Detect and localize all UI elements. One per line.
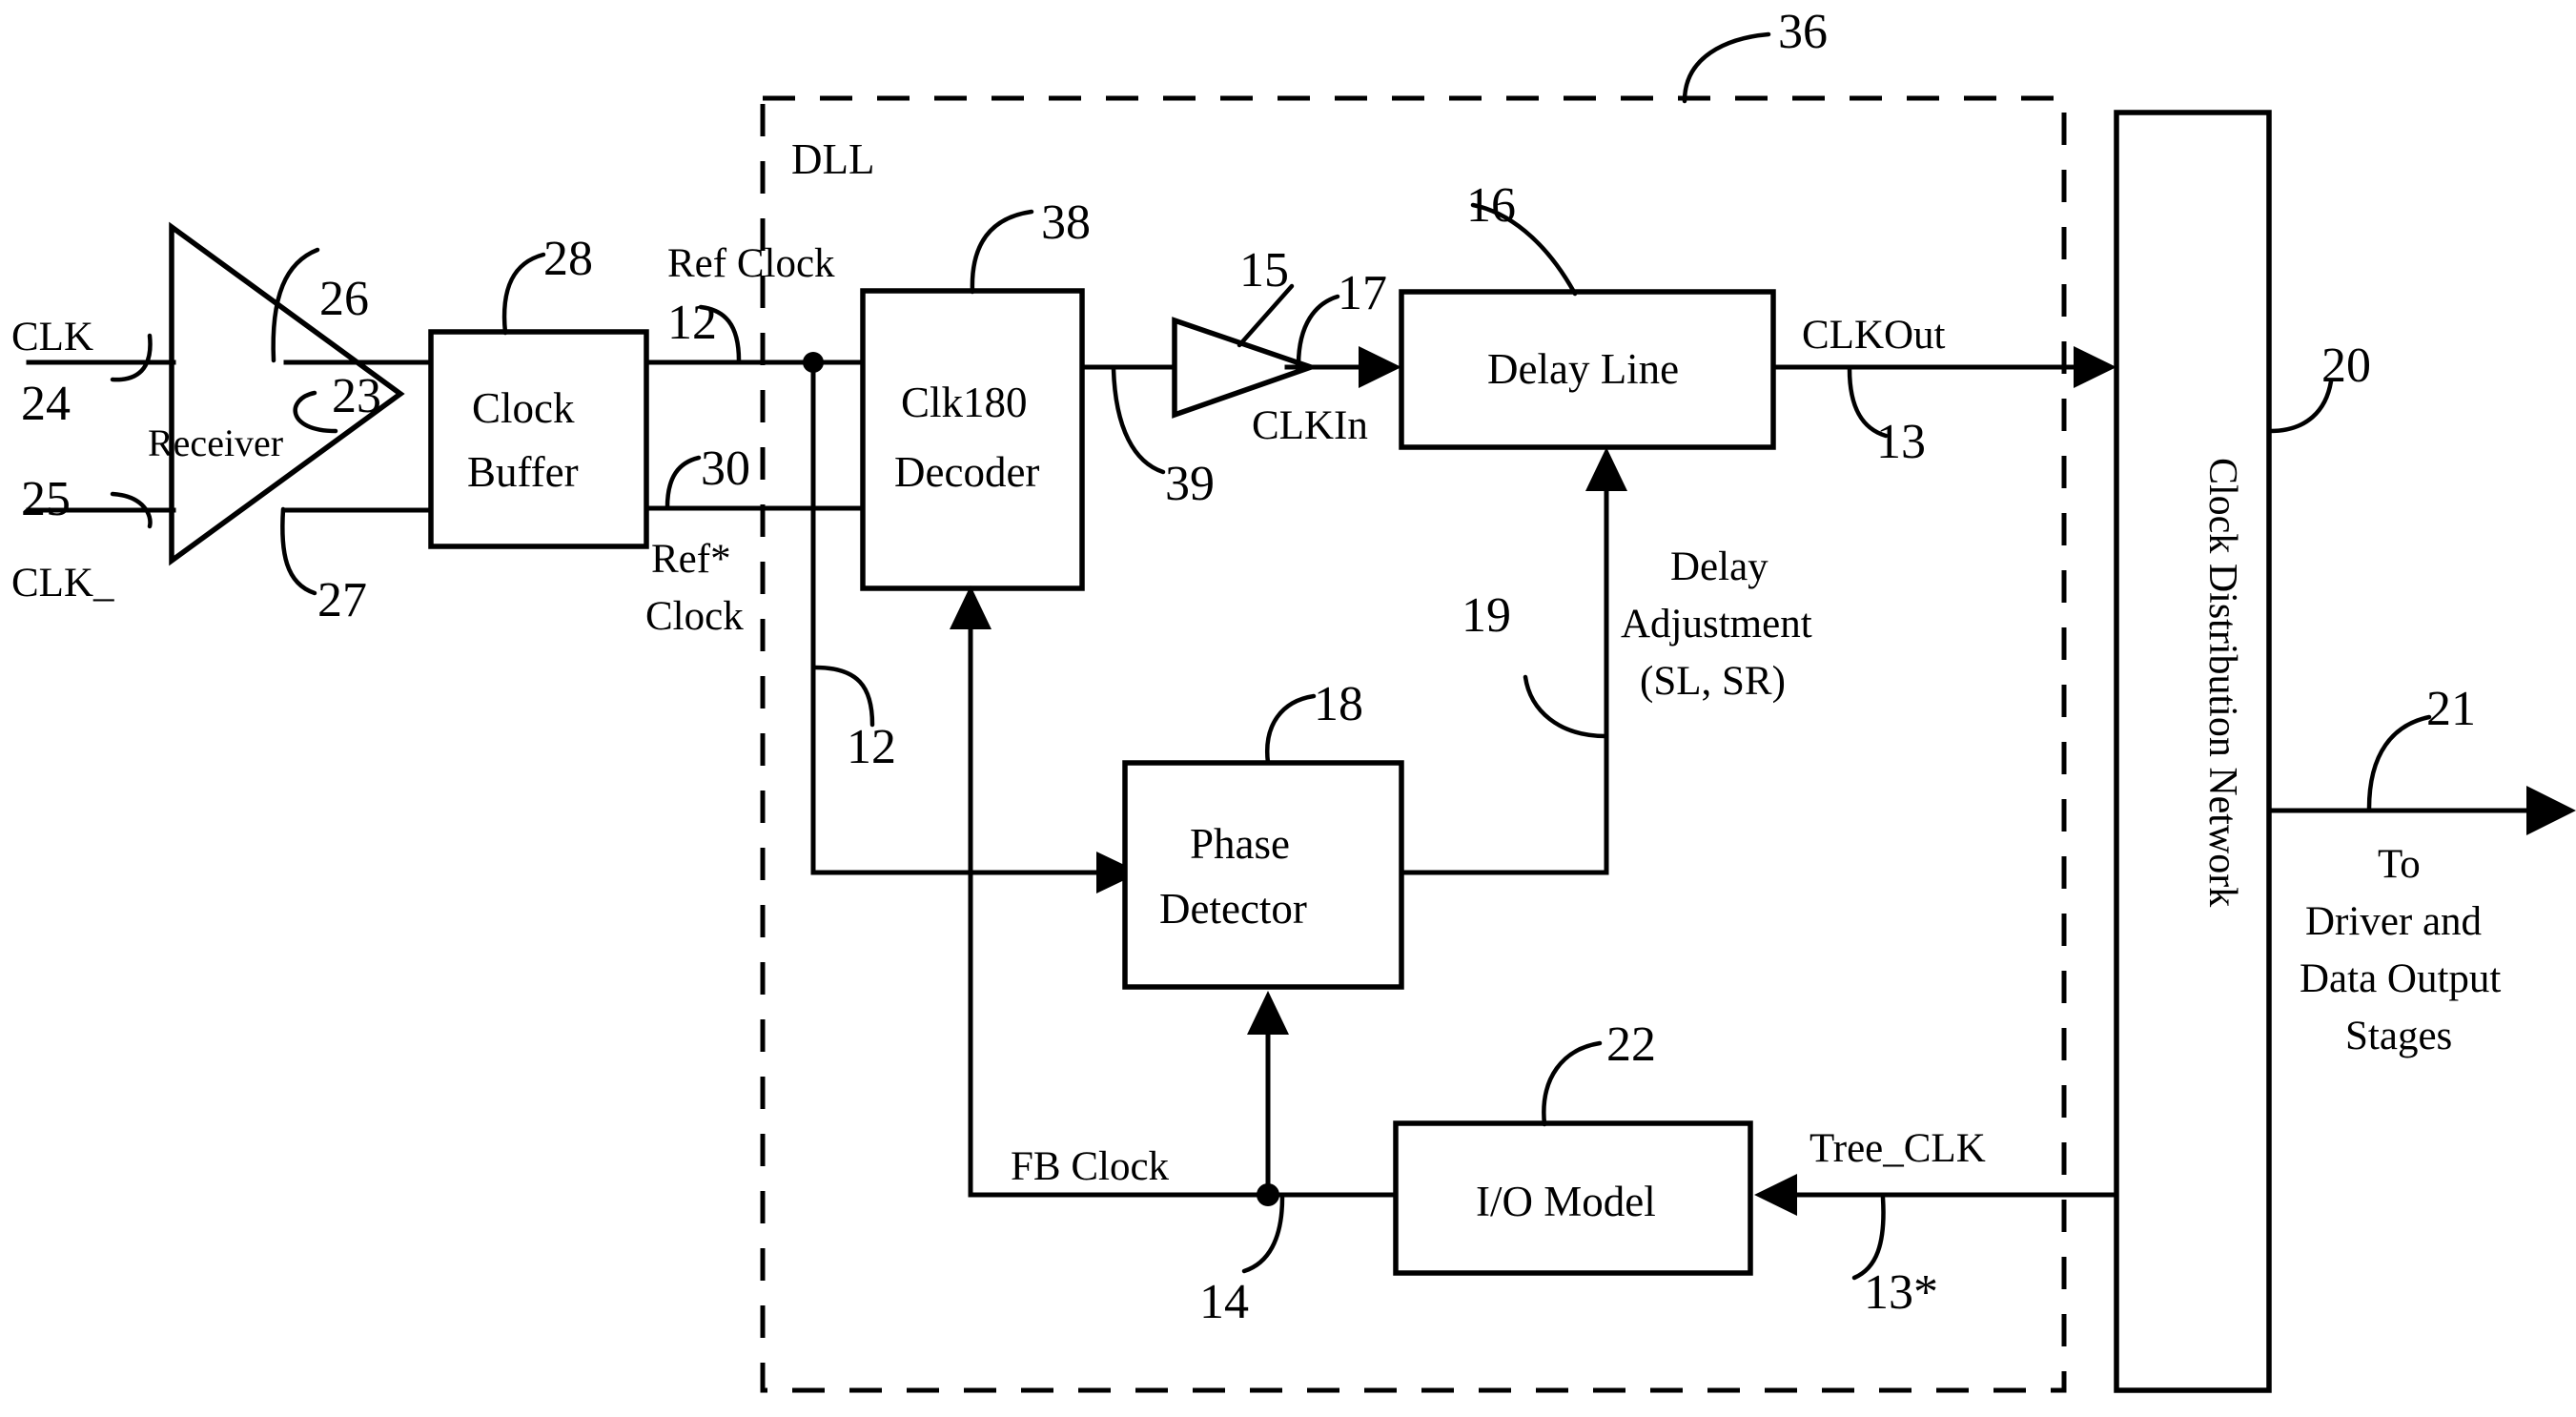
arrowhead-delayline-input: [1359, 346, 1401, 388]
receiver-label: Receiver: [148, 421, 283, 464]
ref-num-18: 18: [1314, 677, 1363, 731]
ref-num-12-top: 12: [667, 296, 717, 350]
leader-28: [501, 252, 546, 336]
to-driver-line2: Driver and: [2305, 899, 2482, 944]
dll-label: DLL: [791, 135, 874, 183]
signal-ref-clock-label: Ref Clock: [667, 241, 835, 286]
leader-12-mid: [812, 665, 875, 728]
ref-num-17: 17: [1338, 266, 1387, 320]
ref-num-13-star: 13*: [1864, 1265, 1938, 1320]
ref-num-12-mid: 12: [847, 720, 896, 774]
ref-num-14: 14: [1199, 1275, 1249, 1329]
signal-ref-star-label: Ref*: [651, 537, 731, 582]
leader-38: [970, 209, 1034, 295]
signal-tree-clk-label: Tree_CLK: [1809, 1126, 1986, 1171]
clock-buffer-label-line1: Clock: [472, 384, 575, 432]
arrowhead-io-model-input: [1754, 1174, 1797, 1216]
ref-num-25: 25: [21, 472, 71, 526]
ref-num-36: 36: [1778, 5, 1828, 59]
io-model-label: I/O Model: [1476, 1178, 1656, 1225]
ref-num-39: 39: [1165, 457, 1215, 511]
arrowhead-cdn-input: [2074, 346, 2116, 388]
clock-buffer-box: [428, 329, 649, 549]
signal-fb-clock-label: FB Clock: [1011, 1144, 1170, 1189]
ref-num-15: 15: [1239, 243, 1289, 298]
leader-21: [2366, 714, 2432, 811]
leader-30: [664, 455, 702, 510]
arrowhead-pd-bottom-input: [1247, 991, 1289, 1035]
patent-figure-page: DLL CLK CLK_ 24 25 26 23 27 Receiver 28 …: [0, 0, 2576, 1417]
signal-ref-star-clock-label: Clock: [645, 594, 744, 639]
delay-adjustment-line2: Adjustment: [1621, 602, 1812, 647]
ref-num-21: 21: [2426, 682, 2476, 736]
clk180-decoder-box: [860, 288, 1085, 591]
leader-27: [280, 506, 317, 596]
phase-detector-label-line2: Detector: [1159, 885, 1307, 933]
to-driver-line1: To: [2378, 842, 2421, 887]
leader-14: [1241, 1195, 1285, 1274]
delay-adjustment-line1: Delay: [1670, 544, 1768, 589]
ref-num-28: 28: [543, 232, 593, 286]
clk180-decoder-label-line2: Decoder: [894, 448, 1039, 496]
arrowhead-to-driver: [2526, 786, 2576, 835]
leader-39: [1111, 366, 1166, 475]
leader-24: [110, 333, 153, 382]
arrowhead-delayline-bottom-input: [1585, 447, 1627, 491]
leader-36: [1682, 31, 1771, 104]
wire-delay-adjustment: [1399, 488, 1609, 875]
ref-num-16: 16: [1466, 178, 1516, 233]
block-diagram-canvas: DLL CLK CLK_ 24 25 26 23 27 Receiver 28 …: [11, 5, 2576, 1393]
signal-clkin-label: CLKIn: [1252, 403, 1368, 448]
phase-detector-label-line1: Phase: [1190, 820, 1290, 868]
junction-fb-clock: [1257, 1183, 1279, 1206]
leader-18: [1264, 693, 1317, 766]
leader-19: [1523, 674, 1609, 739]
leader-17: [1296, 294, 1340, 368]
phase-detector-box: [1122, 760, 1404, 990]
signal-clk-label: CLK: [11, 315, 93, 359]
signal-clkout-label: CLKOut: [1802, 313, 1946, 358]
ref-num-19: 19: [1462, 588, 1511, 643]
clock-distribution-network-box: [2114, 110, 2272, 1393]
ref-num-23: 23: [332, 369, 381, 423]
ref-num-38: 38: [1041, 195, 1091, 250]
to-driver-line3: Data Output: [2300, 956, 2501, 1001]
ref-num-13: 13: [1876, 415, 1926, 469]
arrowhead-decoder-bottom-input: [950, 585, 992, 629]
signal-clk-bar-label: CLK_: [11, 561, 114, 606]
ref-num-22: 22: [1606, 1017, 1656, 1072]
clock-buffer-label-line2: Buffer: [467, 448, 579, 496]
clk180-decoder-label-line1: Clk180: [901, 379, 1028, 426]
delay-adjustment-line3: (SL, SR): [1640, 659, 1786, 704]
ref-num-26: 26: [319, 272, 369, 326]
leader-22: [1542, 1040, 1603, 1127]
ref-num-27: 27: [317, 573, 367, 627]
ref-num-30: 30: [701, 442, 750, 496]
to-driver-line4: Stages: [2345, 1014, 2452, 1058]
ref-num-20: 20: [2321, 339, 2371, 393]
ref-num-24: 24: [21, 377, 71, 431]
clock-distribution-network-label: Clock Distribution Network: [2200, 458, 2244, 907]
delay-line-label: Delay Line: [1487, 345, 1679, 393]
